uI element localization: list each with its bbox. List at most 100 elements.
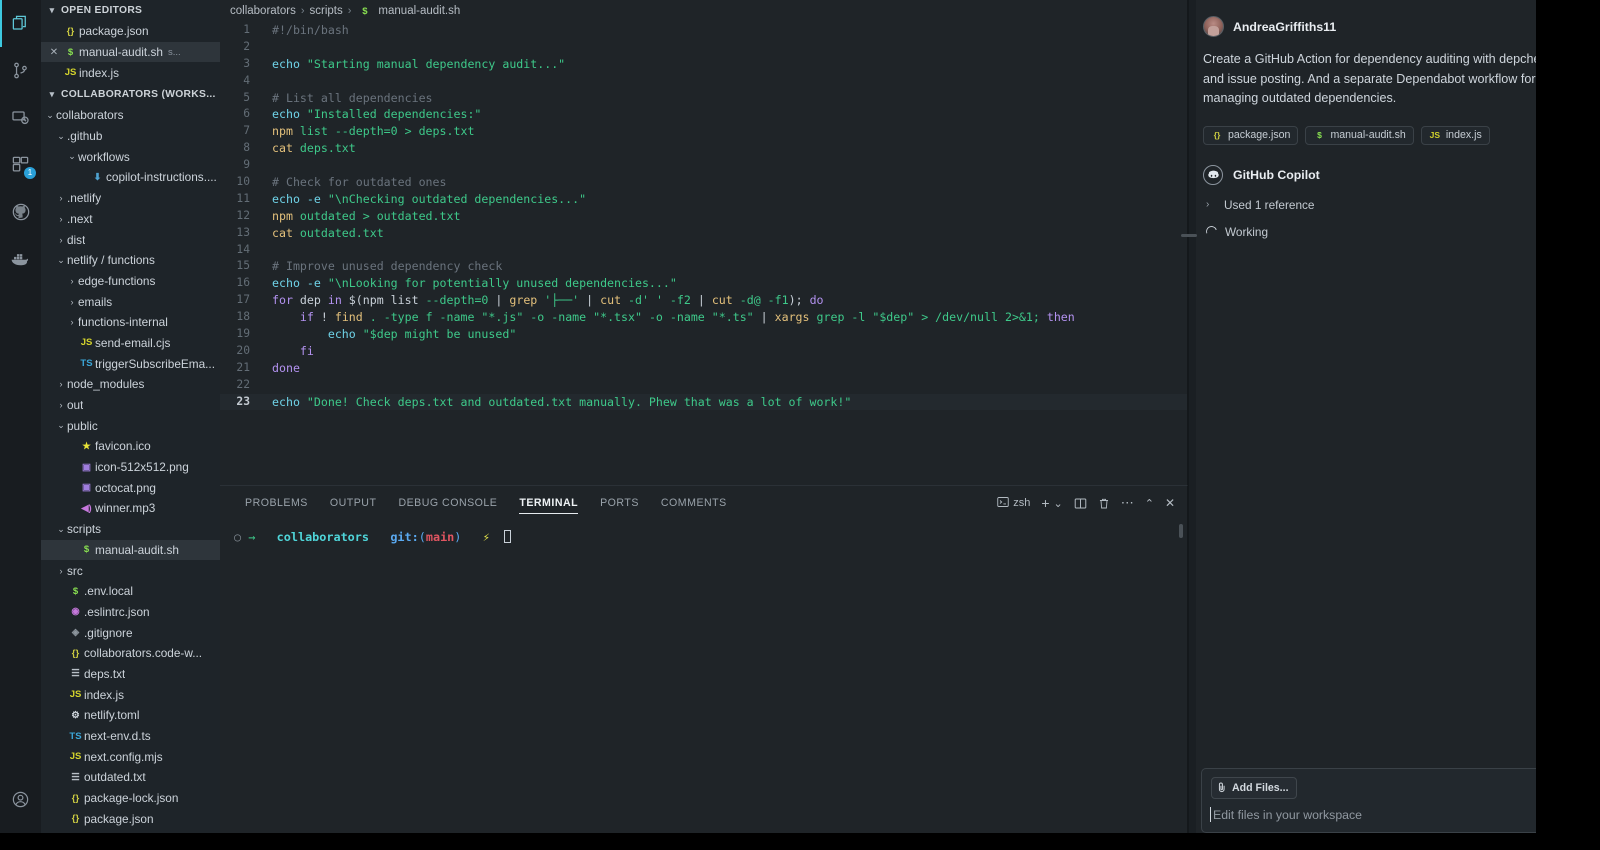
file-tree-file[interactable]: JS index.js: [41, 684, 220, 705]
file-tree-folder[interactable]: ⌄ netlify / functions: [41, 250, 220, 271]
chat-input-placeholder[interactable]: Edit files in your workspace: [1210, 807, 1546, 822]
code-line[interactable]: 6 echo "Installed dependencies:": [220, 106, 1187, 123]
panel-close-button[interactable]: ✕: [1165, 496, 1175, 510]
panel-resize-handle[interactable]: [1181, 234, 1197, 237]
chat-input-container[interactable]: Add Files... Edit files in your workspac…: [1201, 768, 1556, 833]
panel-maximize-button[interactable]: ⌃: [1145, 497, 1154, 510]
code-line[interactable]: 1 #!/bin/bash: [220, 22, 1187, 39]
code-line[interactable]: 10 # Check for outdated ones: [220, 174, 1187, 191]
breadcrumb[interactable]: collaborators › scripts › $ manual-audit…: [220, 0, 1187, 22]
file-tree-folder[interactable]: › .netlify: [41, 188, 220, 209]
code-line[interactable]: 22: [220, 377, 1187, 394]
close-icon[interactable]: ✕: [46, 47, 62, 58]
activity-item-account[interactable]: [0, 776, 41, 823]
code-line[interactable]: 16 echo -e "\nLooking for potentially unu…: [220, 275, 1187, 292]
code-content[interactable]: 1 #!/bin/bash 2 3 echo "Starting manual depe…: [220, 22, 1187, 411]
open-editor-item[interactable]: JS index.js: [41, 62, 220, 83]
file-tree-file[interactable]: TS next-env.d.ts: [41, 726, 220, 747]
code-line[interactable]: 23 echo "Done! Check deps.txt and outdate…: [220, 393, 1187, 411]
file-tree-file[interactable]: ◀) winner.mp3: [41, 498, 220, 519]
file-tree-folder[interactable]: ⌄ collaborators: [41, 105, 220, 126]
file-tree-folder[interactable]: ⌄ scripts: [41, 519, 220, 540]
code-line[interactable]: 4: [220, 73, 1187, 90]
file-tree-folder[interactable]: › emails: [41, 291, 220, 312]
code-line[interactable]: 18 if ! find . -type f -name "*.js" -o -…: [220, 309, 1187, 326]
file-tree-folder[interactable]: › .next: [41, 209, 220, 230]
panel-tab-ports[interactable]: PORTS: [589, 486, 650, 520]
file-tree-file[interactable]: JS send-email.cjs: [41, 333, 220, 354]
file-tree-file[interactable]: ★ favicon.ico: [41, 436, 220, 457]
file-tree-file[interactable]: ☰ deps.txt: [41, 664, 220, 685]
file-tree-folder[interactable]: › dist: [41, 229, 220, 250]
file-tree-folder[interactable]: ⌄ .github: [41, 126, 220, 147]
code-line[interactable]: 15 # Improve unused dependency check: [220, 258, 1187, 275]
file-tree-file[interactable]: TS triggerSubscribeEma...: [41, 353, 220, 374]
code-line[interactable]: 3 echo "Starting manual dependency audit.…: [220, 56, 1187, 73]
panel-tab-comments[interactable]: COMMENTS: [650, 486, 738, 520]
chat-context-chip[interactable]: {} package.json: [1203, 125, 1299, 145]
used-reference-toggle[interactable]: › Used 1 reference: [1203, 198, 1554, 212]
code-line[interactable]: 20 fi: [220, 343, 1187, 360]
file-tree-file[interactable]: ▣ icon-512x512.png: [41, 457, 220, 478]
new-terminal-button[interactable]: +: [1041, 495, 1049, 511]
activity-item-extensions[interactable]: 1: [0, 141, 41, 188]
code-line[interactable]: 17 for dep in $(npm list --depth=0 | grep…: [220, 292, 1187, 309]
code-line[interactable]: 14: [220, 242, 1187, 259]
file-tree-file[interactable]: JS next.config.mjs: [41, 746, 220, 767]
file-tree-folder[interactable]: ⌄ workflows: [41, 146, 220, 167]
panel-divider[interactable]: [1189, 0, 1196, 833]
split-terminal-button[interactable]: [1074, 497, 1087, 510]
activity-item-github[interactable]: [0, 188, 41, 235]
breadcrumb-item-2[interactable]: manual-audit.sh: [378, 5, 460, 17]
file-tree-file[interactable]: {} package-lock.json: [41, 788, 220, 809]
panel-more-button[interactable]: ⋯: [1121, 495, 1134, 511]
code-line[interactable]: 13 cat outdated.txt: [220, 225, 1187, 242]
file-tree-file[interactable]: ◉ .eslintrc.json: [41, 602, 220, 623]
file-tree-file[interactable]: $ .env.local: [41, 581, 220, 602]
terminal-dropdown-button[interactable]: ⌄: [1054, 497, 1063, 510]
file-tree-folder[interactable]: › functions-internal: [41, 312, 220, 333]
open-editor-item[interactable]: ✕ $ manual-audit.sh s...: [41, 41, 220, 63]
terminal-scrollbar[interactable]: [1179, 524, 1183, 538]
terminal-body[interactable]: ○ → collaborators git:(main) ⚡: [220, 520, 1187, 833]
terminal-shell-selector[interactable]: zsh: [997, 496, 1030, 511]
open-editor-item[interactable]: {} package.json: [41, 21, 220, 42]
panel-tab-output[interactable]: OUTPUT: [319, 486, 388, 520]
file-tree-folder[interactable]: › edge-functions: [41, 271, 220, 292]
chat-context-chip[interactable]: $ manual-audit.sh: [1305, 125, 1414, 145]
file-tree-file[interactable]: {} package.json: [41, 808, 220, 829]
file-tree-folder[interactable]: › src: [41, 560, 220, 581]
code-line[interactable]: 21 done: [220, 360, 1187, 377]
file-tree-file[interactable]: ▣ octocat.png: [41, 477, 220, 498]
file-tree-file[interactable]: ☰ outdated.txt: [41, 767, 220, 788]
panel-tab-debug-console[interactable]: DEBUG CONSOLE: [387, 486, 508, 520]
breadcrumb-item-1[interactable]: scripts: [310, 5, 343, 17]
file-tree-file[interactable]: $ manual-audit.sh: [41, 539, 220, 561]
chat-context-chip[interactable]: JS index.js: [1420, 125, 1490, 145]
code-line[interactable]: 2: [220, 39, 1187, 56]
kill-terminal-button[interactable]: [1098, 497, 1110, 510]
code-editor[interactable]: collaborators › scripts › $ manual-audit…: [220, 0, 1188, 485]
file-tree-folder[interactable]: › out: [41, 395, 220, 416]
code-line[interactable]: 9: [220, 157, 1187, 174]
breadcrumb-item-0[interactable]: collaborators: [230, 5, 296, 17]
activity-item-docker[interactable]: [0, 235, 41, 282]
code-line[interactable]: 7 npm list --depth=0 > deps.txt: [220, 123, 1187, 140]
add-files-button[interactable]: Add Files...: [1211, 777, 1297, 799]
code-line[interactable]: 5 # List all dependencies: [220, 90, 1187, 107]
file-tree-file[interactable]: ⬇ copilot-instructions....: [41, 167, 220, 188]
file-tree-file[interactable]: {} collaborators.code-w...: [41, 643, 220, 664]
file-tree-file[interactable]: ◈ .gitignore: [41, 622, 220, 643]
activity-item-remote-explorer[interactable]: [0, 94, 41, 141]
activity-item-source-control[interactable]: [0, 47, 41, 94]
panel-tab-terminal[interactable]: TERMINAL: [508, 486, 589, 520]
code-line[interactable]: 12 npm outdated > outdated.txt: [220, 208, 1187, 225]
open-editors-header[interactable]: ▾ OPEN EDITORS: [41, 0, 220, 21]
file-tree-folder[interactable]: › node_modules: [41, 374, 220, 395]
file-tree-file[interactable]: ⚙ netlify.toml: [41, 705, 220, 726]
explorer-header[interactable]: ▾ COLLABORATORS (WORKS...: [41, 84, 220, 105]
panel-tab-problems[interactable]: PROBLEMS: [234, 486, 319, 520]
code-line[interactable]: 8 cat deps.txt: [220, 140, 1187, 157]
code-line[interactable]: 19 echo "$dep might be unused": [220, 326, 1187, 343]
file-tree-folder[interactable]: ⌄ public: [41, 415, 220, 436]
